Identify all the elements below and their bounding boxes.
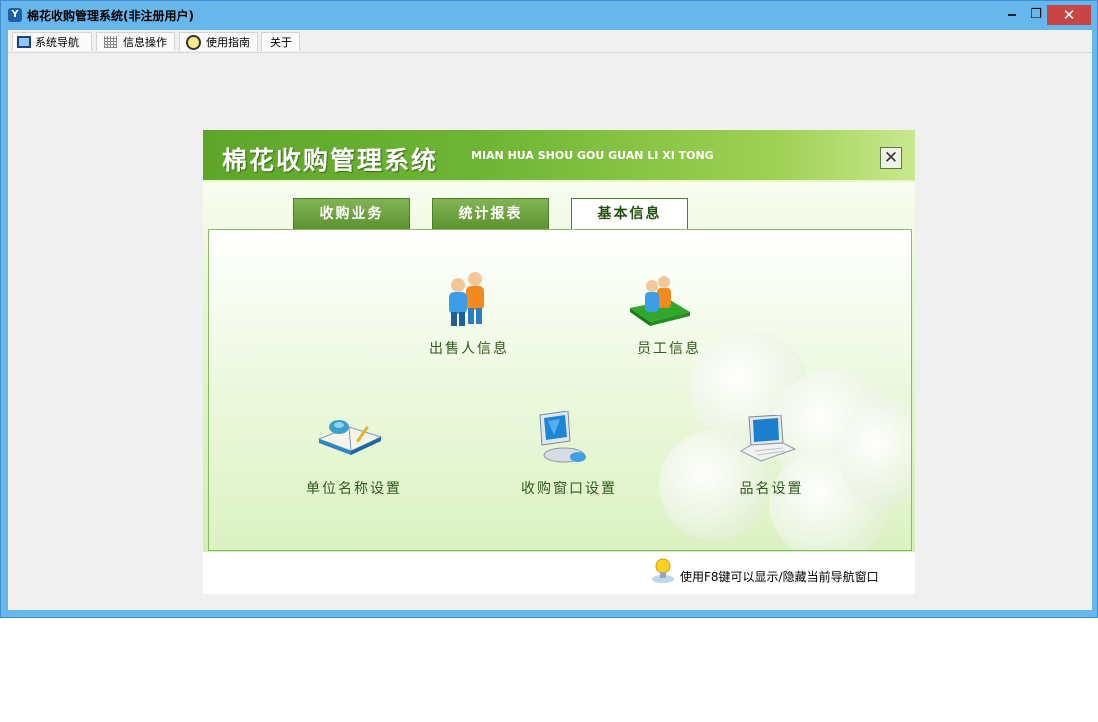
computer-icon	[539, 411, 586, 463]
entry-label: 员工信息	[637, 341, 701, 357]
f8-hint: 使用F8键可以显示/隐藏当前导航窗口	[680, 570, 879, 584]
navigation-panel: 棉花收购管理系统 MIAN HUA SHOU GOU GUAN LI XI TO…	[203, 130, 915, 594]
entry-unit-name[interactable]: 单位名称设置	[289, 415, 419, 497]
grid-icon	[104, 36, 117, 48]
nav-close-button[interactable]: ✕	[880, 147, 902, 169]
menu-info-ops[interactable]: 信息操作	[96, 32, 175, 51]
menu-user-guide[interactable]: 使用指南	[179, 32, 258, 51]
people-icon	[449, 272, 484, 326]
tab-basic-info[interactable]: 基本信息	[571, 198, 688, 230]
minimize-button[interactable]	[1001, 5, 1023, 25]
tab-reports[interactable]: 统计报表	[432, 198, 549, 229]
title-bar[interactable]: Y 棉花收购管理系统(非注册用户) ❐ ✕	[1, 1, 1097, 29]
minimize-icon	[1008, 13, 1016, 16]
clock-icon	[186, 35, 201, 50]
nav-header: 棉花收购管理系统 MIAN HUA SHOU GOU GUAN LI XI TO…	[203, 130, 915, 182]
entry-seller-info[interactable]: 出售人信息	[414, 270, 524, 360]
tab-purchase[interactable]: 收购业务	[293, 198, 410, 229]
nav-title: 棉花收购管理系统	[222, 146, 439, 175]
entry-product-name[interactable]: 品名设置	[709, 415, 834, 497]
close-button[interactable]: ✕	[1047, 5, 1091, 25]
menu-system-nav[interactable]: 系统导航	[12, 32, 92, 51]
nav-footer: 使用F8键可以显示/隐藏当前导航窗口	[203, 552, 915, 594]
entry-staff-info[interactable]: 员工信息	[614, 270, 724, 360]
staff-icon	[630, 276, 690, 326]
laptop-icon	[739, 415, 797, 462]
menu-label: 关于	[270, 36, 292, 49]
nav-subtitle: MIAN HUA SHOU GOU GUAN LI XI TONG	[471, 149, 714, 162]
menu-label: 系统导航	[35, 36, 79, 49]
lightbulb-icon	[652, 558, 674, 583]
monitor-icon	[17, 36, 31, 48]
menu-bar: 系统导航 信息操作 使用指南 关于	[8, 30, 1092, 53]
tab-content: 出售人信息 员工信息 单位名称设置 收购窗口设置 品名设置	[208, 229, 912, 551]
menu-label: 信息操作	[123, 36, 167, 49]
menu-about[interactable]: 关于	[261, 32, 300, 51]
entry-label: 单位名称设置	[306, 481, 402, 497]
entry-label: 出售人信息	[429, 341, 509, 357]
entry-purchase-window[interactable]: 收购窗口设置	[504, 411, 634, 497]
menu-label: 使用指南	[206, 36, 250, 49]
book-icon	[317, 420, 383, 455]
restore-button[interactable]: ❐	[1025, 5, 1047, 25]
nav-body: 收购业务 统计报表 基本信息 出售人信息 员工信息 单位名称设置 收购窗口设置 …	[203, 182, 915, 552]
entry-label: 品名设置	[739, 481, 804, 497]
app-icon[interactable]: Y	[8, 8, 22, 22]
entry-label: 收购窗口设置	[521, 481, 617, 497]
window-title: 棉花收购管理系统(非注册用户)	[27, 9, 194, 23]
